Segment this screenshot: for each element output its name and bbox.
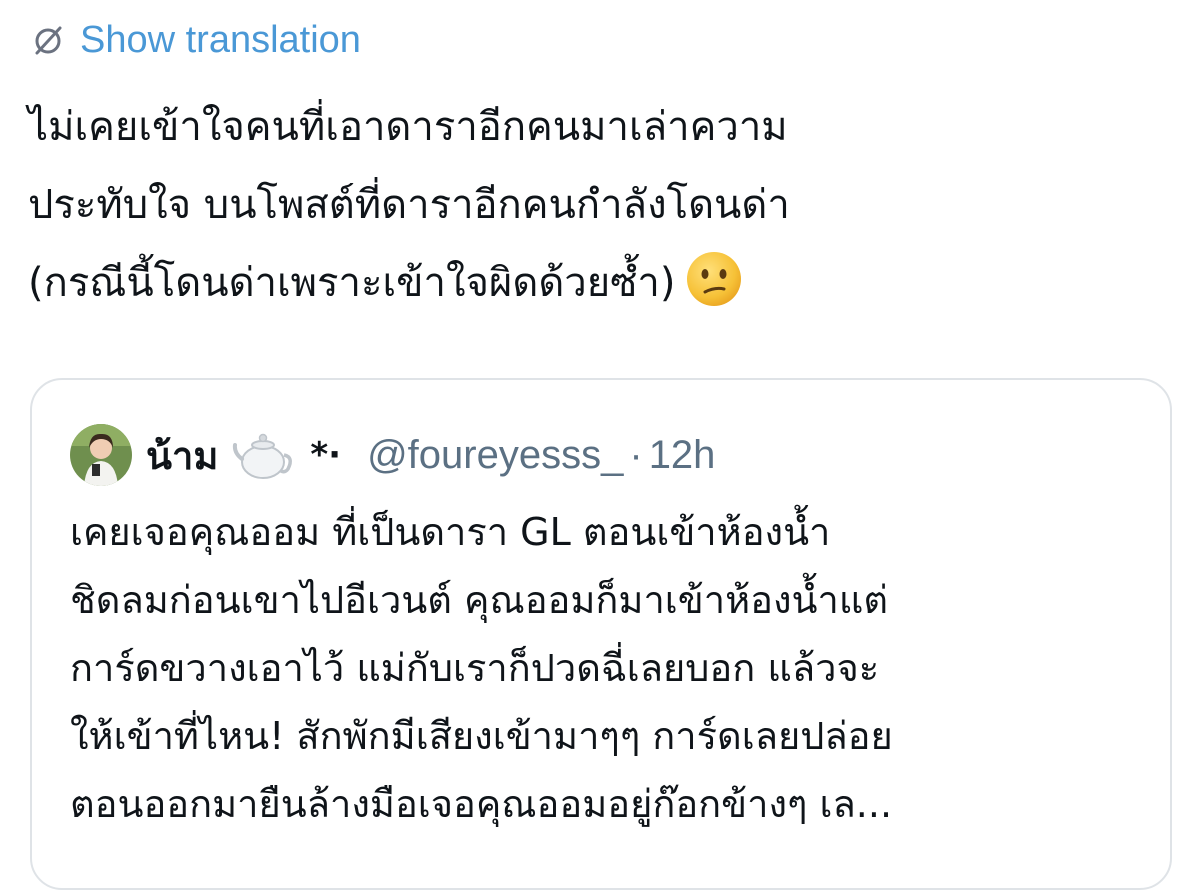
quoted-display-name[interactable]: น้าม — [146, 425, 218, 486]
teapot-icon — [232, 429, 296, 481]
quoted-name-suffix: *· — [310, 435, 342, 475]
quoted-timestamp[interactable]: 12h — [649, 433, 716, 478]
header-separator: · — [629, 432, 643, 477]
quoted-tweet-header: น้าม *· @foureyesss_ · 12h — [70, 420, 715, 490]
quoted-handle[interactable]: @foureyesss_ — [367, 433, 623, 478]
tweet-text-content: ไม่เคยเข้าใจคนที่เอาดาราอีกคนมาเล่าความ … — [28, 104, 790, 306]
quoted-tweet-text: เคยเจอคุณออม ที่เป็นดารา GL ตอนเข้าห้องน… — [70, 510, 893, 826]
globe-slash-icon — [30, 22, 66, 58]
show-translation-label: Show translation — [80, 19, 361, 61]
tweet-text: ไม่เคยเข้าใจคนที่เอาดาราอีกคนมาเล่าความ … — [28, 88, 1168, 322]
confused-face-emoji — [685, 250, 743, 308]
avatar[interactable] — [70, 424, 132, 486]
quoted-tweet-card[interactable]: น้าม *· @foureyesss_ · 12h เคยเจอคุณออม … — [30, 378, 1172, 890]
show-translation-link[interactable]: Show translation — [30, 16, 361, 64]
